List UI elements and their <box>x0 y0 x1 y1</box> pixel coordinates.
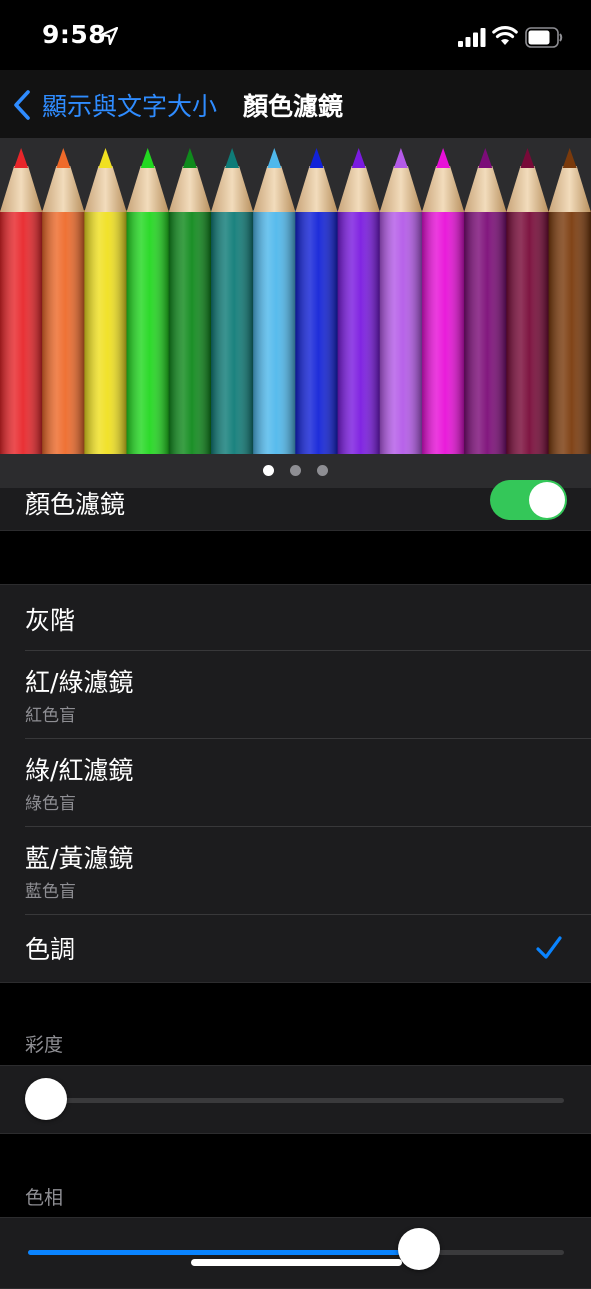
color-filters-toggle-row: 顏色濾鏡 <box>0 480 591 531</box>
pencil <box>0 148 43 454</box>
pencil <box>422 148 465 454</box>
cellular-signal-icon <box>458 28 486 47</box>
pencil <box>337 148 380 454</box>
filter-option-title: 紅/綠濾鏡 <box>25 668 134 697</box>
color-filters-label: 顏色濾鏡 <box>25 490 126 519</box>
location-arrow-icon <box>100 27 118 45</box>
chevron-left-icon[interactable] <box>12 90 32 120</box>
wifi-icon <box>492 26 518 45</box>
intensity-slider-row <box>0 1065 591 1134</box>
pencil <box>295 148 338 454</box>
battery-icon <box>525 27 563 48</box>
page-dot[interactable] <box>290 465 301 476</box>
filter-option-title: 綠/紅濾鏡 <box>25 756 134 785</box>
switch-knob <box>529 482 565 518</box>
back-button[interactable]: 顯示與文字大小 <box>42 87 217 123</box>
filter-option-grayscale[interactable]: 灰階 <box>0 585 591 651</box>
pencil <box>42 148 85 454</box>
filter-option-title: 灰階 <box>25 606 76 635</box>
filter-option-color-tint[interactable]: 色調 <box>0 915 591 981</box>
pencil <box>253 148 296 454</box>
pencil <box>126 148 169 454</box>
navigation-bar: 顯示與文字大小 顏色濾鏡 <box>0 70 591 138</box>
pencil <box>84 148 127 454</box>
hue-slider-knob[interactable] <box>398 1228 441 1270</box>
filter-option-red-green[interactable]: 紅/綠濾鏡 紅色盲 <box>0 651 591 739</box>
filter-option-blue-yellow[interactable]: 藍/黃濾鏡 藍色盲 <box>0 827 591 915</box>
filter-option-title: 色調 <box>25 935 76 964</box>
pencil <box>379 148 422 454</box>
filter-option-green-red[interactable]: 綠/紅濾鏡 綠色盲 <box>0 739 591 827</box>
pencil <box>168 148 211 454</box>
pencil <box>211 148 254 454</box>
hue-slider-track[interactable] <box>28 1250 564 1255</box>
page-title: 顏色濾鏡 <box>243 92 344 121</box>
colored-pencils-image <box>0 148 591 454</box>
hue-section-header: 色相 <box>25 1187 64 1209</box>
pencil <box>506 148 549 454</box>
status-time: 9:58 <box>42 20 107 49</box>
intensity-slider-knob[interactable] <box>25 1078 67 1120</box>
home-indicator[interactable] <box>191 1259 402 1266</box>
filter-option-title: 藍/黃濾鏡 <box>25 844 134 873</box>
pencil <box>548 148 591 454</box>
filter-option-subtitle: 藍色盲 <box>25 882 76 902</box>
color-filter-preview[interactable] <box>0 138 591 489</box>
filter-list: 灰階 紅/綠濾鏡 紅色盲 綠/紅濾鏡 綠色盲 藍/黃濾鏡 藍色盲 色調 <box>0 584 591 983</box>
page-dot[interactable] <box>317 465 328 476</box>
intensity-slider-track[interactable] <box>46 1098 564 1103</box>
hue-slider-fill <box>28 1250 420 1255</box>
hue-slider-row <box>0 1217 591 1289</box>
filter-option-subtitle: 綠色盲 <box>25 794 76 814</box>
checkmark-icon <box>536 936 562 959</box>
color-filters-switch[interactable] <box>490 480 567 520</box>
page-indicator[interactable] <box>0 460 591 480</box>
status-bar: 9:58 <box>0 0 591 80</box>
intensity-section-header: 彩度 <box>25 1034 64 1056</box>
pencil <box>464 148 507 454</box>
filter-option-subtitle: 紅色盲 <box>25 706 76 726</box>
page-dot[interactable] <box>263 465 274 476</box>
